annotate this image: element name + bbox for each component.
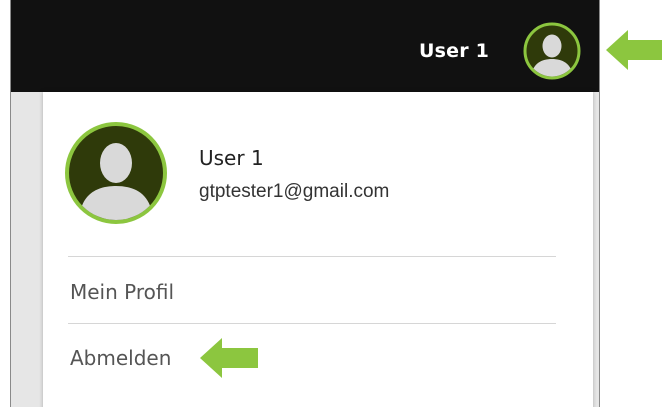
- arrow-left-icon: [200, 338, 258, 378]
- user-avatar-large-icon: [65, 122, 167, 224]
- top-bar: User 1: [11, 0, 599, 92]
- divider: [68, 323, 556, 324]
- menu-user-email: gtptester1@gmail.com: [199, 181, 390, 202]
- menu-item-logout[interactable]: Abmelden: [70, 346, 171, 370]
- app-window: User 1 User 1 gtptester1@gmail.com Mein …: [10, 0, 600, 407]
- menu-item-profile[interactable]: Mein Profil: [70, 280, 174, 304]
- user-dropdown-menu: User 1 gtptester1@gmail.com Mein Profil …: [43, 92, 593, 407]
- topbar-user-name[interactable]: User 1: [419, 40, 489, 62]
- arrow-left-icon: [606, 30, 662, 70]
- divider: [68, 256, 556, 257]
- menu-user-name: User 1: [199, 146, 264, 170]
- user-avatar-icon[interactable]: [523, 22, 581, 80]
